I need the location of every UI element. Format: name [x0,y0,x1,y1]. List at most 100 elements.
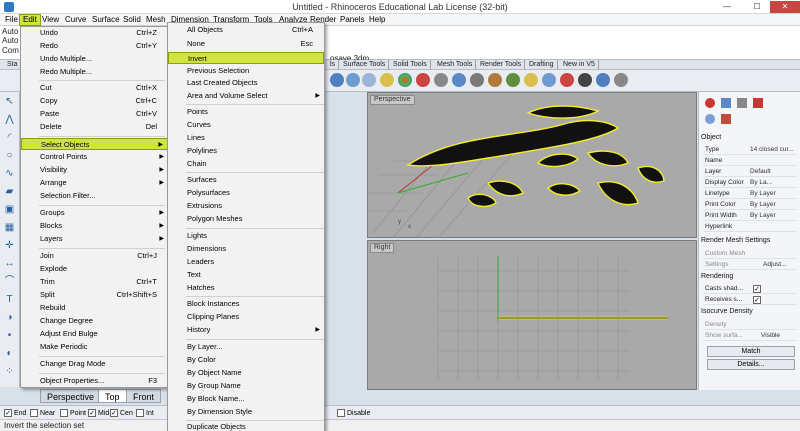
menu-item-redo[interactable]: Redo Ctrl+Y [21,40,168,52]
menu-item-change-drag-mode[interactable]: Change Drag Mode [21,358,168,370]
menu-item-make-periodic[interactable]: Make Periodic [21,341,168,353]
casts-shadows-checkbox[interactable]: ✓ [753,285,761,293]
prop-row-hyperlink[interactable]: Hyperlink [703,221,797,232]
osnap-disable[interactable]: Disable [337,409,370,418]
text-icon[interactable]: T [3,294,16,306]
submenu-item-invert[interactable]: Invert [168,52,324,64]
osnap-point[interactable]: Point [60,409,86,418]
shade-icon[interactable] [346,73,360,87]
menu-item-object-properties[interactable]: Object Properties... F3 [21,375,168,387]
grid-icon[interactable] [596,73,610,87]
tab-front[interactable]: Front [126,389,162,403]
misc-icon[interactable] [614,73,628,87]
submenu-item-leaders[interactable]: Leaders [168,256,324,268]
menu-item-groups[interactable]: Groups ▶ [21,207,168,219]
maximize-button[interactable]: ☐ [746,1,768,13]
menu-item-visibility[interactable]: Visibility ▶ [21,164,168,176]
menu-item-selection-filter[interactable]: Selection Filter... [21,190,168,202]
menu-item-blocks[interactable]: Blocks ▶ [21,220,168,232]
osnap-mid[interactable]: ✓ Mid [88,409,109,418]
close-button[interactable]: ✕ [770,1,800,13]
submenu-item-none[interactable]: None Esc [168,38,324,50]
prop-row-display-color[interactable]: Display Color By La... [703,177,797,188]
menu-panels[interactable]: Panels [337,14,367,26]
menu-item-control-points[interactable]: Control Points ▶ [21,151,168,163]
tab-surface-tools[interactable]: Surface Tools [340,60,390,70]
details-button[interactable]: Details... [707,359,795,370]
osnap-end-checkbox[interactable]: ✓ [4,409,12,418]
submenu-item-by-block-name[interactable]: By Block Name... [168,393,324,405]
command-prompt[interactable]: Com [2,46,19,55]
osnap-end[interactable]: ✓ End [4,409,26,418]
properties-tab-icon[interactable] [705,98,715,108]
menu-item-split[interactable]: Split Ctrl+Shift+S [21,289,168,301]
dimension-icon[interactable]: ↔ [3,258,16,270]
osnap-disable-checkbox[interactable] [337,409,345,418]
help-tab-icon[interactable] [753,98,763,108]
transform-icon[interactable]: ✛ [3,240,16,252]
submenu-item-extrusions[interactable]: Extrusions [168,200,324,212]
osnap-near[interactable]: Near [30,409,55,418]
osnap-cen[interactable]: ✓ Cen [110,409,133,418]
perspective-label[interactable]: Perspective [370,95,415,105]
submenu-item-surfaces[interactable]: Surfaces [168,174,324,186]
tab-drafting[interactable]: Drafting [526,60,558,70]
display-tab-icon[interactable] [737,98,747,108]
view-icon[interactable] [330,73,344,87]
surface-icon[interactable]: ▰ [3,186,16,198]
receives-shadows-checkbox[interactable]: ✓ [753,296,761,304]
render-icon[interactable] [380,73,394,87]
menu-item-change-degree[interactable]: Change Degree [21,315,168,327]
edit-icon[interactable] [578,73,592,87]
submenu-item-area-volume-select[interactable]: Area and Volume Select ▶ [168,90,324,102]
minimize-button[interactable]: — [716,1,738,13]
box-icon[interactable]: ▣ [3,204,16,216]
submenu-item-block-instances[interactable]: Block Instances [168,298,324,310]
menu-item-delete[interactable]: Delete Del [21,121,168,133]
prop-row-layer[interactable]: Layer Default [703,166,797,177]
tab-perspective[interactable]: Perspective [40,389,102,403]
menu-item-adjust-end-bulge[interactable]: Adjust End Bulge [21,328,168,340]
display-icon[interactable] [488,73,502,87]
menu-mesh[interactable]: Mesh [143,14,169,26]
menu-view[interactable]: View [39,14,62,26]
submenu-item-last-created[interactable]: Last Created Objects [168,77,324,89]
menu-edit[interactable]: Edit [19,14,41,26]
submenu-item-dimensions[interactable]: Dimensions [168,243,324,255]
material-props-icon[interactable] [721,114,731,124]
gear-icon[interactable] [434,73,448,87]
submenu-item-lights[interactable]: Lights [168,230,324,242]
material-icon[interactable] [398,73,412,87]
submenu-item-curves[interactable]: Curves [168,119,324,131]
tab-render-tools[interactable]: Render Tools [477,60,526,70]
mesh-icon[interactable]: ▦ [3,222,16,234]
layers-tab-icon[interactable] [721,98,731,108]
prop-row-linetype[interactable]: Linetype By Layer [703,188,797,199]
object-props-icon[interactable] [705,114,715,124]
tab-tools[interactable]: ls [327,60,340,70]
submenu-item-by-object-name[interactable]: By Object Name [168,367,324,379]
submenu-item-all-objects[interactable]: All Objects Ctrl+A [168,24,324,36]
match-button[interactable]: Match [707,346,795,357]
osnap-point-checkbox[interactable] [60,409,68,418]
submenu-item-by-dimension-style[interactable]: By Dimension Style [168,406,324,418]
submenu-item-polylines[interactable]: Polylines [168,145,324,157]
record-icon[interactable] [416,73,430,87]
curve-icon[interactable]: ∿ [3,168,16,180]
arc-icon[interactable]: ◜ [3,132,16,144]
osnap-near-checkbox[interactable] [30,409,38,418]
menu-curve[interactable]: Curve [62,14,89,26]
tab-top[interactable]: Top [98,389,127,403]
right-view-label[interactable]: Right [370,243,395,253]
submenu-item-history[interactable]: History ▶ [168,324,324,336]
camera-icon[interactable] [560,73,574,87]
menu-item-layers[interactable]: Layers ▶ [21,233,168,245]
environment-icon[interactable] [542,73,556,87]
circle-icon[interactable]: ○ [3,150,16,162]
prop-row-name[interactable]: Name [703,155,797,166]
menu-item-copy[interactable]: Copy Ctrl+C [21,95,168,107]
submenu-item-lines[interactable]: Lines [168,132,324,144]
tab-solid-tools[interactable]: Solid Tools [390,60,431,70]
right-viewport[interactable]: Right [367,240,697,390]
layer-icon[interactable] [452,73,466,87]
